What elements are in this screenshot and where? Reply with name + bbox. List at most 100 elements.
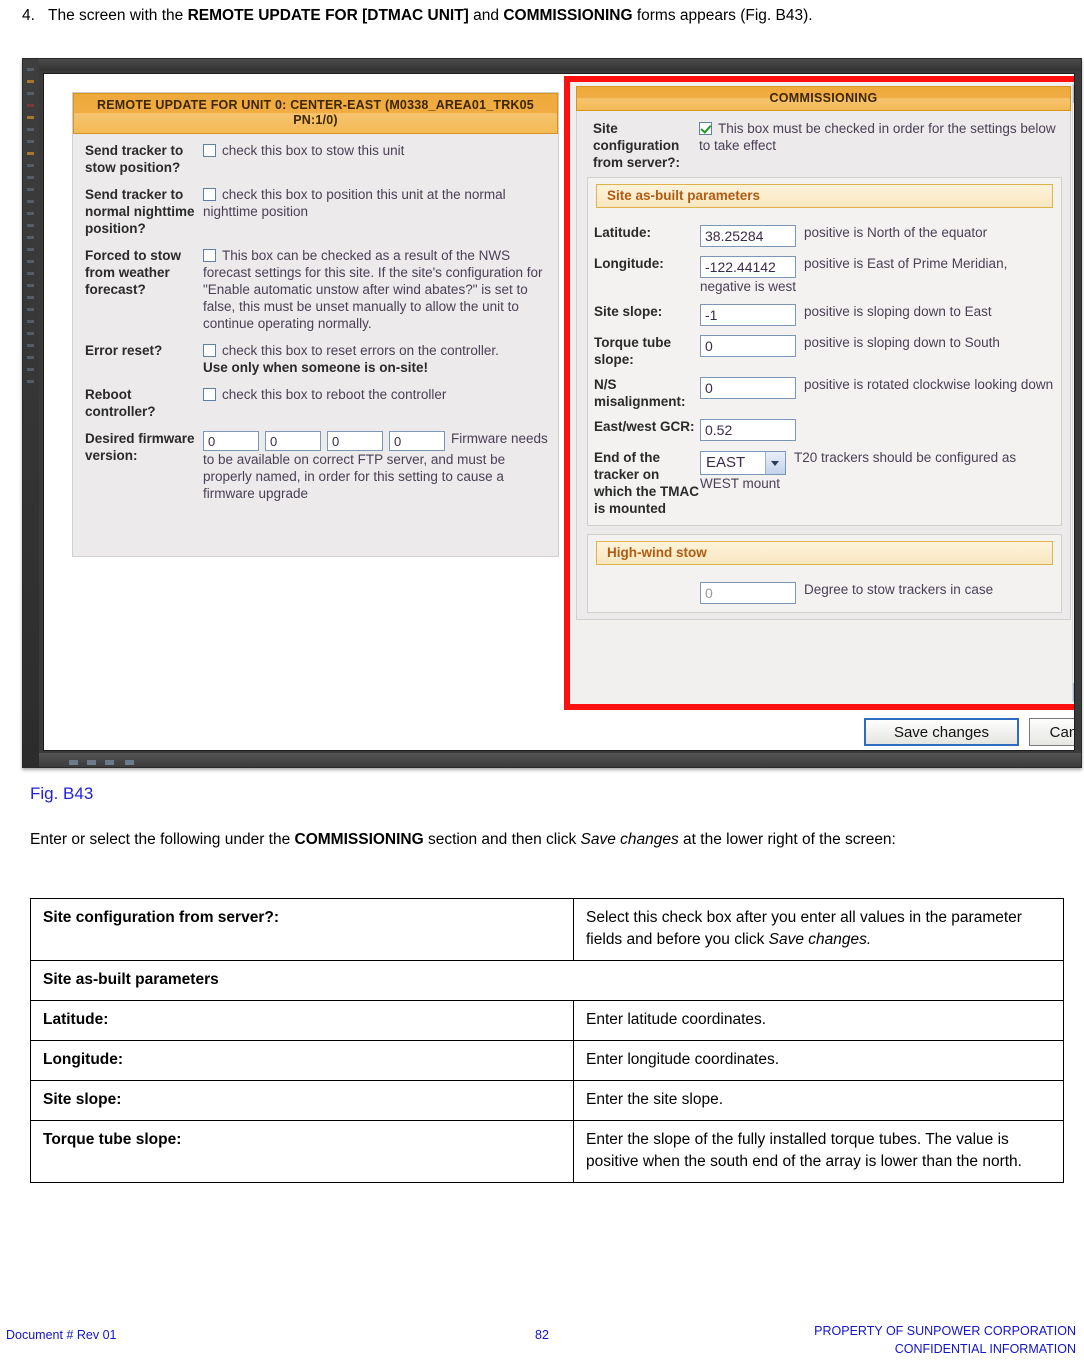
firmware-octet-1[interactable]: 0 [203, 431, 259, 451]
sidebar-sliver-mark [27, 356, 34, 359]
sidebar-sliver-mark [27, 212, 34, 215]
form-row-nighttime: Send tracker to normal nighttime positio… [85, 186, 548, 237]
firmware-octet-2[interactable]: 0 [265, 431, 321, 451]
sidebar-sliver-mark [27, 128, 34, 131]
label-desired-firmware: Desired firmware version: [85, 431, 195, 463]
form-row-stow: Send tracker to stow position? check thi… [85, 142, 548, 176]
taskbar-mark [69, 760, 78, 765]
dialog-button-row: Save changes Cancel [564, 714, 1074, 750]
input-torque-tube-slope[interactable]: 0 [700, 335, 796, 357]
sidebar-sliver-mark [27, 68, 34, 71]
sidebar-sliver-mark [27, 332, 34, 335]
browser-viewport: REMOTE UPDATE FOR UNIT 0: CENTER-EAST (M… [43, 73, 1075, 751]
step-text-c: forms appears (Fig. B43). [632, 7, 813, 24]
control-high-wind-stow: 0 Degree to stow trackers in case [700, 581, 1057, 604]
commissioning-inner: COMMISSIONING Site configuration from se… [576, 86, 1071, 702]
table-section-site-as-built: Site as-built parameters [30, 960, 1064, 1001]
step-paragraph: 4. The screen with the REMOTE UPDATE FOR… [22, 4, 1062, 27]
checkbox-reboot-controller[interactable] [203, 388, 216, 401]
scroll-down-icon[interactable] [1073, 683, 1074, 701]
page-footer: Document # Rev 01 82 PROPERTY OF SUNPOWE… [0, 1318, 1084, 1364]
input-latitude[interactable]: 38.25284 [700, 225, 796, 247]
control-east-west-gcr: 0.52 [700, 418, 1057, 441]
help-torque-tube-slope: positive is sloping down to South [804, 335, 1000, 350]
firmware-octet-4[interactable]: 0 [389, 431, 445, 451]
select-tmac-mount-end[interactable]: EAST [700, 451, 786, 475]
label-send-to-nighttime: Send tracker to normal nighttime positio… [85, 187, 195, 236]
window-chrome-bottom [39, 753, 1081, 767]
sidebar-sliver-mark [27, 248, 34, 251]
checkbox-send-to-nighttime[interactable] [203, 188, 216, 201]
sidebar-sliver-mark [27, 368, 34, 371]
table-value-site-config: Select this check box after you enter al… [573, 898, 1064, 961]
taskbar-mark [105, 760, 114, 765]
sidebar-sliver-mark [27, 164, 34, 167]
sidebar-sliver-mark [27, 200, 34, 203]
commissioning-panel: COMMISSIONING Site configuration from se… [570, 82, 1075, 704]
table-key-latitude: Latitude: [30, 1000, 574, 1041]
label-ns-misalignment: N/S misalignment: [594, 377, 686, 409]
remote-update-title: REMOTE UPDATE FOR UNIT 0: CENTER-EAST (M… [73, 93, 558, 134]
help-site-config-from-server: This box must be checked in order for th… [699, 121, 1056, 153]
control-torque-tube-slope: 0 positive is sloping down to South [700, 334, 1057, 357]
table-key-torque-tube-slope: Torque tube slope: [30, 1120, 574, 1183]
input-site-slope[interactable]: -1 [700, 304, 796, 326]
control-tmac-mount-end: EAST T20 trackers should be configured as… [700, 449, 1057, 492]
remote-update-rows: Send tracker to stow position? check thi… [73, 134, 558, 520]
taskbar-mark [125, 760, 134, 765]
remote-update-panel: REMOTE UPDATE FOR UNIT 0: CENTER-EAST (M… [72, 92, 559, 557]
sidebar-sliver-mark [27, 308, 34, 311]
control-forced-stow: This box can be checked as a result of t… [203, 247, 548, 332]
input-ns-misalignment[interactable]: 0 [700, 377, 796, 399]
table-value-site-slope: Enter the site slope. [573, 1080, 1064, 1121]
save-changes-button[interactable]: Save changes [864, 718, 1019, 746]
help-reboot-controller: check this box to reboot the controller [222, 387, 447, 402]
scrollbar-thumb[interactable] [1074, 104, 1075, 354]
sidebar-sliver-mark [27, 152, 34, 155]
help-ns-misalignment: positive is rotated clockwise looking do… [804, 377, 1054, 392]
input-high-wind-stow-degree[interactable]: 0 [700, 582, 796, 604]
sidebar-sliver-mark [27, 188, 34, 191]
sidebar-sliver-mark [27, 260, 34, 263]
help-site-slope: positive is sloping down to East [804, 304, 992, 319]
input-east-west-gcr[interactable]: 0.52 [700, 419, 796, 441]
lead-bold-commissioning: COMMISSIONING [294, 831, 424, 848]
control-ns-misalignment: 0 positive is rotated clockwise looking d… [700, 376, 1057, 399]
input-longitude[interactable]: -122.44142 [700, 256, 796, 278]
sidebar-sliver-mark [27, 236, 34, 239]
table-key-site-slope: Site slope: [30, 1080, 574, 1121]
control-error-reset: check this box to reset errors on the co… [203, 342, 548, 376]
vertical-scrollbar[interactable] [1072, 84, 1075, 702]
help-send-to-stow: check this box to stow this unit [222, 143, 405, 158]
table-value-latitude: Enter latitude coordinates. [573, 1000, 1064, 1041]
sidebar-sliver-mark [27, 320, 34, 323]
checkbox-forced-stow[interactable] [203, 249, 216, 262]
firmware-octet-3[interactable]: 0 [327, 431, 383, 451]
window-chrome-top [23, 59, 1081, 71]
cancel-button[interactable]: Cancel [1029, 718, 1074, 746]
label-forced-stow: Forced to stow from weather forecast? [85, 248, 182, 297]
sidebar-sliver-mark [27, 140, 34, 143]
table-value-longitude: Enter longitude coordinates. [573, 1040, 1064, 1081]
sidebar-sliver-mark [27, 224, 34, 227]
form-row-site-config: Site configuration from server?: This bo… [587, 120, 1062, 171]
control-site-slope: -1 positive is sloping down to East [700, 303, 1057, 326]
commissioning-body: Site configuration from server?: This bo… [576, 111, 1071, 620]
step-text-b: and [468, 7, 504, 24]
step-number: 4. [22, 7, 35, 24]
cropped-browser-sidebar [23, 59, 39, 767]
checkbox-send-to-stow[interactable] [203, 144, 216, 157]
form-row-reboot: Reboot controller? check this box to reb… [85, 386, 548, 420]
checkbox-site-config-from-server[interactable] [699, 122, 712, 135]
checkbox-error-reset[interactable] [203, 344, 216, 357]
sidebar-sliver-mark [27, 80, 34, 83]
lead-text-a: Enter or select the following under the [30, 831, 295, 848]
control-latitude: 38.25284 positive is North of the equator [700, 224, 1057, 247]
form-row-torque-tube-slope: Torque tube slope: 0 positive is sloping … [588, 334, 1061, 368]
chevron-down-icon[interactable] [765, 452, 785, 474]
table-value-italic: Save changes. [768, 931, 872, 948]
form-row-tmac-mount-end: End of the tracker on which the TMAC is … [588, 449, 1061, 517]
scroll-up-icon[interactable] [1073, 85, 1074, 103]
commissioning-title: COMMISSIONING [576, 86, 1071, 111]
help-send-to-nighttime: check this box to position this unit at … [203, 187, 506, 219]
